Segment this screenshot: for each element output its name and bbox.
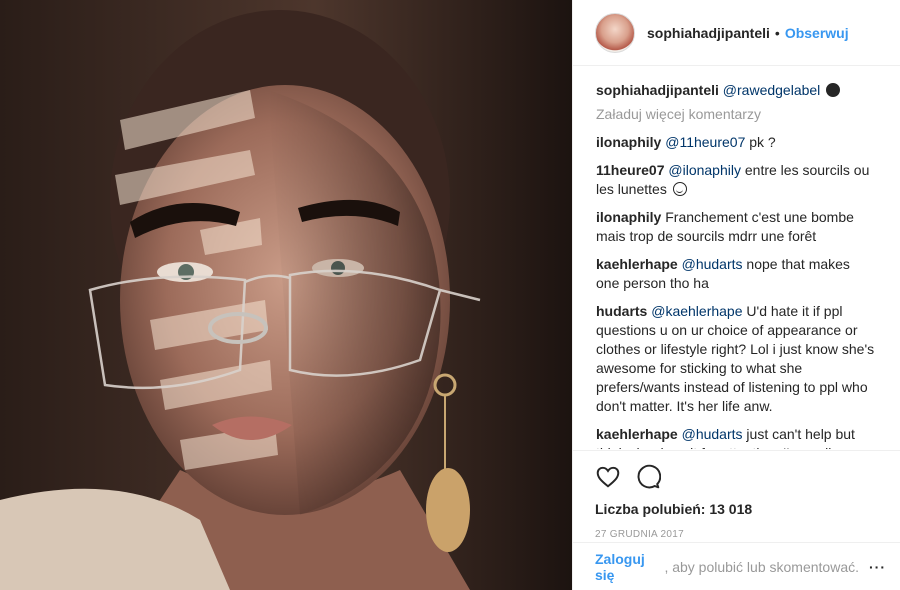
comment-item: kaehlerhape @hudarts nope that makes one… [596, 255, 876, 293]
avatar[interactable] [595, 12, 635, 53]
comment-item: hudarts @kaehlerhape U'd hate it if ppl … [596, 302, 876, 416]
comments-list[interactable]: sophiahadjipanteli @rawedgelabel Załaduj… [573, 67, 900, 449]
login-link[interactable]: Zaloguj się [595, 551, 660, 583]
smile-emoji-icon [672, 182, 687, 196]
load-more-comments-button[interactable]: Załaduj więcej komentarzy [596, 105, 876, 123]
comment-username[interactable]: 11heure07 [596, 162, 665, 178]
comment-username[interactable]: hudarts [596, 303, 647, 319]
follow-button[interactable]: Obserwuj [785, 25, 849, 41]
comment-item: 11heure07 @ilonaphily entre les sourcils… [596, 161, 876, 199]
likes-count[interactable]: Liczba polubień: 13 018 [595, 501, 876, 517]
caption: sophiahadjipanteli @rawedgelabel [596, 81, 876, 99]
comment-item: ilonaphily Franchement c'est une bombe m… [596, 208, 876, 246]
portrait-illustration [0, 0, 572, 590]
post-header: sophiahadjipanteli • Obserwuj [573, 0, 900, 66]
author-username[interactable]: sophiahadjipanteli [647, 25, 770, 41]
caption-mention[interactable]: @rawedgelabel [723, 82, 821, 98]
comment-item: kaehlerhape @hudarts just can't help but… [596, 425, 876, 449]
comment-text: pk ? [745, 134, 776, 150]
post-sidebar: sophiahadjipanteli • Obserwuj sophiahadj… [572, 0, 900, 590]
comment-item: ilonaphily @11heure07 pk ? [596, 133, 876, 152]
comment-mention[interactable]: @kaehlerhape [651, 303, 742, 319]
alien-monster-emoji-icon [826, 83, 841, 97]
comment-username[interactable]: kaehlerhape [596, 256, 678, 272]
comment-mention[interactable]: @ilonaphily [668, 162, 741, 178]
comment-mention[interactable]: @11heure07 [665, 134, 745, 150]
caption-username[interactable]: sophiahadjipanteli [596, 82, 719, 98]
comment-mention[interactable]: @hudarts [682, 256, 743, 272]
heart-icon[interactable] [595, 464, 621, 490]
comment-text: U'd hate it if ppl questions u on ur cho… [596, 303, 875, 414]
instagram-post: sophiahadjipanteli • Obserwuj sophiahadj… [0, 0, 900, 590]
comment-mention[interactable]: @hudarts [682, 426, 743, 442]
post-actions: Liczba polubień: 13 018 27 GRUDNIA 2017 [573, 450, 900, 540]
comment-username[interactable]: ilonaphily [596, 134, 661, 150]
comment-username[interactable]: ilonaphily [596, 209, 661, 225]
login-prompt-text: , aby polubić lub skomentować. [664, 558, 859, 575]
more-options-icon[interactable]: ··· [869, 559, 886, 575]
post-date[interactable]: 27 GRUDNIA 2017 [595, 529, 876, 540]
comment-icon[interactable] [635, 464, 661, 490]
header-separator: • [774, 24, 780, 41]
comment-username[interactable]: kaehlerhape [596, 426, 678, 442]
login-bar: Zaloguj się , aby polubić lub skomentowa… [573, 542, 900, 590]
post-photo[interactable] [0, 0, 572, 590]
action-icons [595, 461, 876, 493]
